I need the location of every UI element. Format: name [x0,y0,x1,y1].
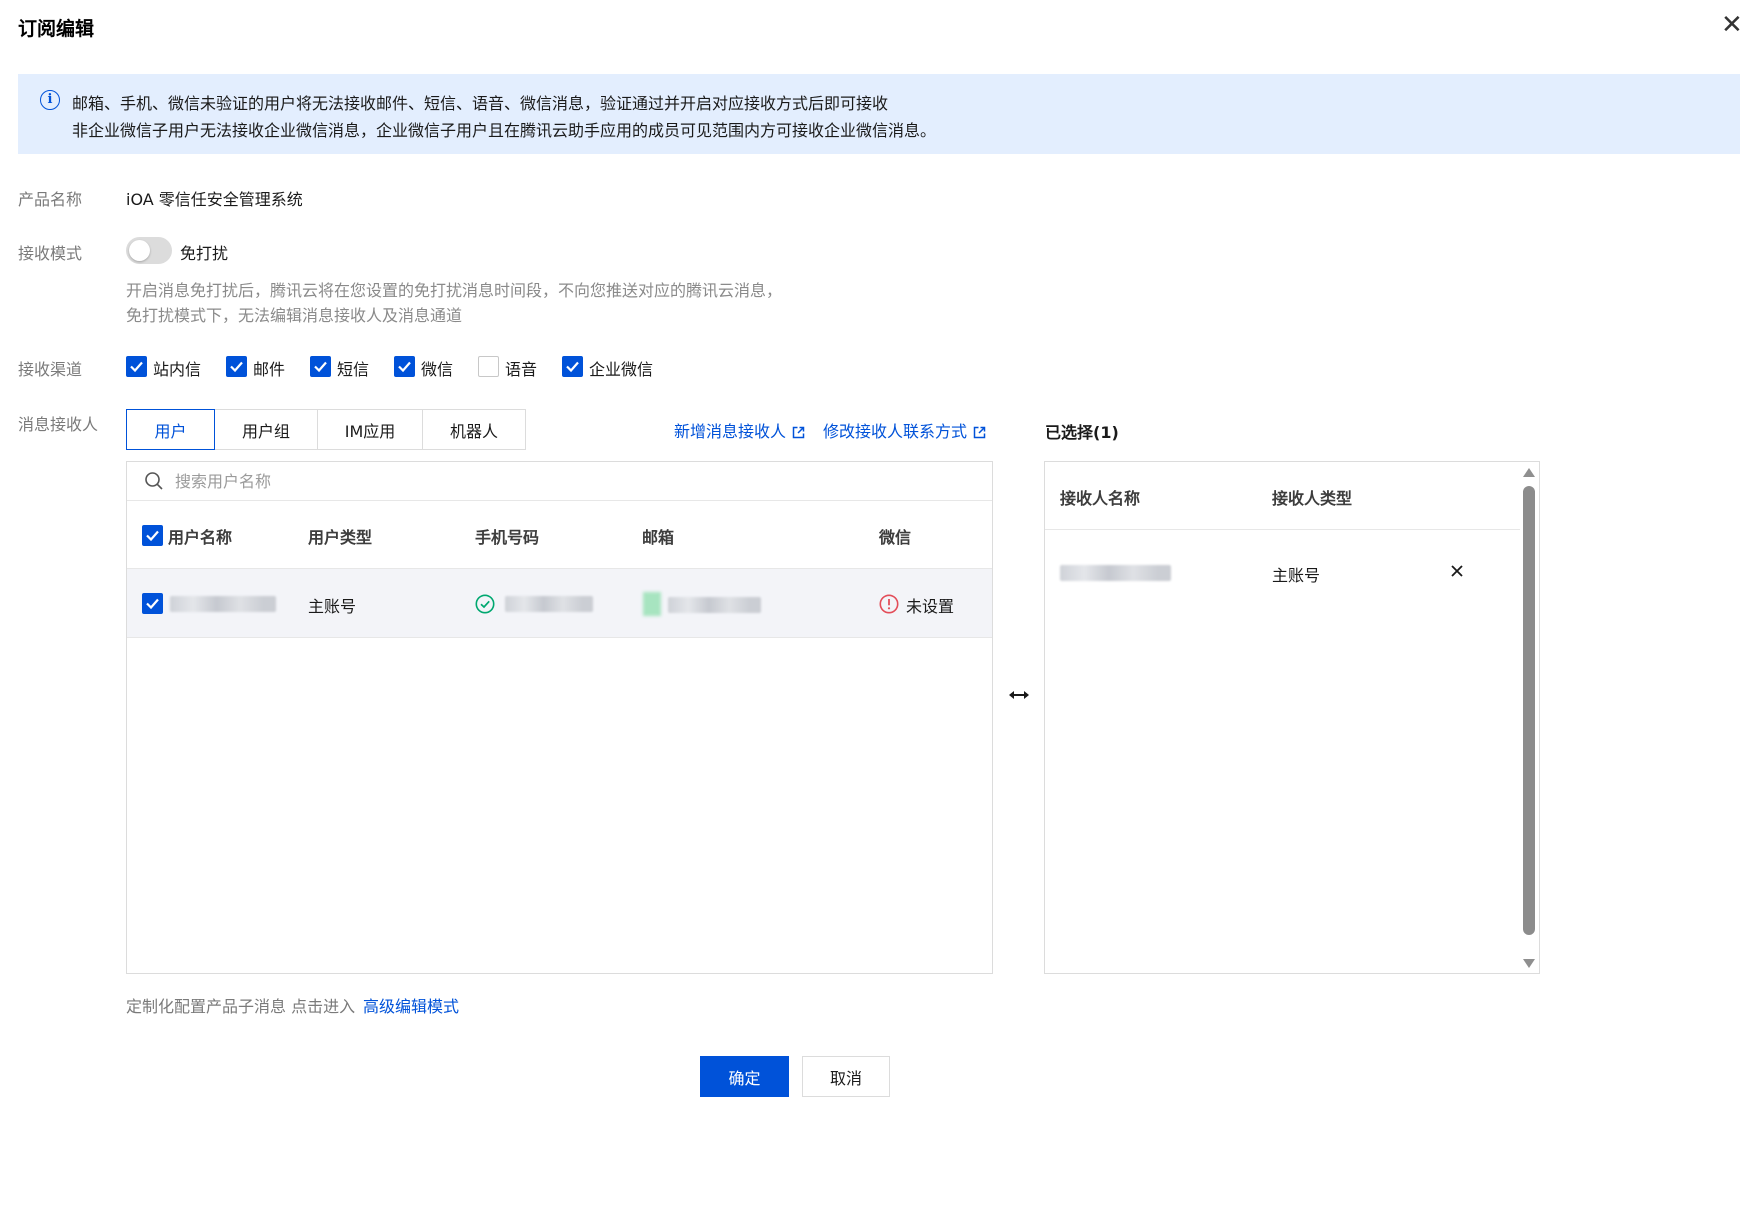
cell-user-type: 主账号 [308,597,357,616]
check-icon [146,530,159,542]
recipients-label: 消息接收人 [18,415,99,434]
confirm-button[interactable]: 确定 [700,1056,789,1097]
search-icon [145,472,163,490]
channel-label-voice: 语音 [505,360,538,379]
redacted-email-badge [643,592,661,616]
channel-checkbox-email[interactable] [226,356,247,377]
redacted-user-name [170,596,276,612]
selected-recipients-panel: 接收人名称 接收人类型 主账号 [1044,461,1540,974]
column-header-user-name: 用户名称 [168,528,233,547]
check-icon [314,361,327,373]
column-header-user-type: 用户类型 [308,528,373,547]
column-header-phone: 手机号码 [475,528,540,547]
do-not-disturb-switch[interactable] [126,237,172,264]
selected-count-title: 已选择(1) [1045,423,1119,442]
dnd-hint-line-1: 开启消息免打扰后，腾讯云将在您设置的免打扰消息时间段，不向您推送对应的腾讯云消息… [126,281,783,300]
table-row[interactable]: 主账号 未设置 [127,569,992,638]
warning-icon [879,594,899,614]
channel-label-site-message: 站内信 [153,360,202,379]
scrollbar-thumb[interactable] [1523,486,1535,935]
check-icon [566,361,579,373]
product-label: 产品名称 [18,190,83,209]
redacted-recipient-name [1060,565,1171,581]
channel-checkbox-voice[interactable] [478,356,499,377]
column-header-email: 邮箱 [642,528,675,547]
add-recipient-link[interactable]: 新增消息接收人 [674,418,805,442]
info-icon: i [40,90,60,110]
verified-check-icon [475,594,495,614]
receive-mode-label: 接收模式 [18,244,83,263]
edit-contact-link-text: 修改接收人联系方式 [823,422,968,441]
check-icon [230,361,243,373]
selected-recipient-type: 主账号 [1272,566,1321,585]
channel-checkbox-sms[interactable] [310,356,331,377]
channel-label-wechat: 微信 [421,360,454,379]
dialog-title: 订阅编辑 [18,18,95,40]
switch-knob [129,240,150,261]
column-header-wechat: 微信 [879,528,912,547]
close-icon[interactable]: ✕ [1721,8,1740,42]
dnd-hint-line-2: 免打扰模式下，无法编辑消息接收人及消息通道 [126,306,463,325]
row-checkbox[interactable] [142,593,163,614]
edit-contact-link[interactable]: 修改接收人联系方式 [823,418,986,442]
channel-checkbox-wecom[interactable] [562,356,583,377]
external-link-icon [973,426,986,439]
channel-label-email: 邮件 [253,360,286,379]
tab-user[interactable]: 用户 [126,409,215,450]
check-icon [130,361,143,373]
external-link-icon [792,426,805,439]
redacted-email [668,597,761,613]
tab-user-group[interactable]: 用户组 [214,409,318,450]
tab-im-app[interactable]: IM应用 [317,409,423,450]
channels-label: 接收渠道 [18,360,83,379]
cancel-button[interactable]: 取消 [802,1056,890,1097]
scroll-down-arrow-icon[interactable] [1523,959,1535,968]
select-all-checkbox[interactable] [142,525,163,546]
search-bar [127,462,992,501]
remove-recipient-icon[interactable] [1449,563,1465,579]
channel-label-wecom: 企业微信 [589,360,654,379]
redacted-phone [505,596,593,612]
recipient-type-tabs: 用户 用户组 IM应用 机器人 [126,409,526,450]
notice-line-1: 邮箱、手机、微信未验证的用户将无法接收邮件、短信、语音、微信消息，验证通过并开启… [72,94,889,113]
add-recipient-link-text: 新增消息接收人 [674,422,787,441]
info-banner: i 邮箱、手机、微信未验证的用户将无法接收邮件、短信、语音、微信消息，验证通过并… [18,74,1740,154]
do-not-disturb-label: 免打扰 [180,244,229,263]
check-icon [146,598,159,610]
search-user-input[interactable] [175,468,955,494]
product-value: iOA 零信任安全管理系统 [126,190,303,209]
advanced-edit-mode-link[interactable]: 高级编辑模式 [363,993,459,1017]
selected-header-divider [1045,529,1520,530]
channel-checkbox-site-message[interactable] [126,356,147,377]
notice-line-2: 非企业微信子用户无法接收企业微信消息，企业微信子用户且在腾讯云助手应用的成员可见… [72,121,937,140]
channel-checkbox-wechat[interactable] [394,356,415,377]
cell-wechat-status: 未设置 [906,597,955,616]
column-header-recipient-type: 接收人类型 [1272,489,1353,508]
column-header-recipient-name: 接收人名称 [1060,489,1141,508]
transfer-arrows-icon [1009,691,1029,699]
scroll-up-arrow-icon[interactable] [1523,468,1535,477]
advanced-mode-hint: 定制化配置产品子消息 点击进入 [126,997,356,1016]
check-icon [398,361,411,373]
tab-robot[interactable]: 机器人 [422,409,526,450]
channel-label-sms: 短信 [337,360,370,379]
user-list-panel: 用户名称 用户类型 手机号码 邮箱 微信 主账号 未设置 [126,461,993,974]
